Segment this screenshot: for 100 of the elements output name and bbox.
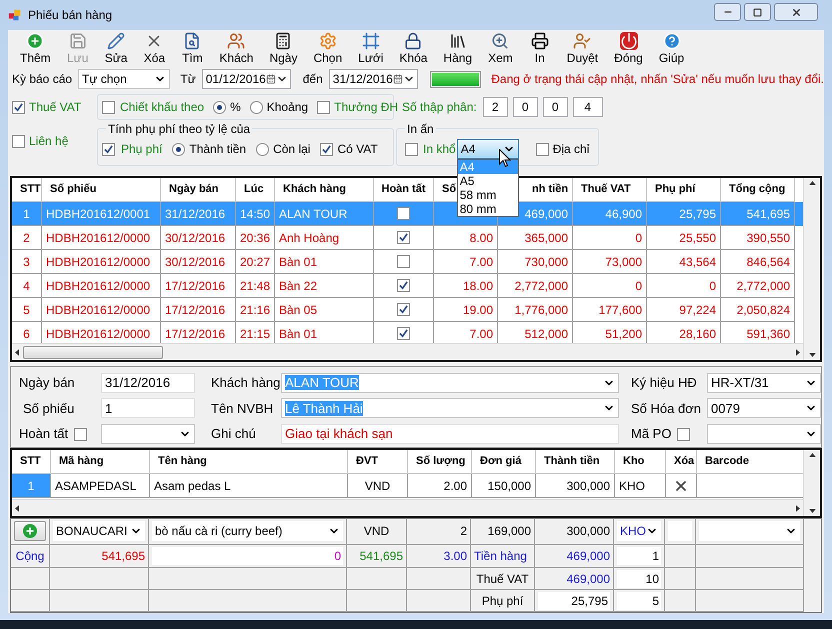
- column-header[interactable]: Ngày bán: [169, 181, 219, 198]
- column-header[interactable]: Số phiếu: [50, 181, 96, 198]
- toolbar-button[interactable]: Xóa: [137, 32, 172, 66]
- checkbox[interactable]: [102, 142, 115, 156]
- toolbar-button[interactable]: Khóa: [393, 32, 434, 66]
- toolbar-button[interactable]: In: [522, 32, 557, 66]
- surcharge-field[interactable]: 25,795: [538, 592, 610, 610]
- column-header[interactable]: Tên hàng: [158, 453, 207, 470]
- checkbox[interactable]: [12, 100, 25, 114]
- checkbox[interactable]: [74, 428, 88, 441]
- column-header[interactable]: Hoàn tất: [382, 181, 426, 198]
- checkbox[interactable]: [397, 207, 410, 220]
- column-header[interactable]: Barcode: [705, 453, 750, 470]
- scroll-arrow-icon[interactable]: [808, 353, 816, 357]
- number-field[interactable]: 1: [101, 398, 195, 418]
- number-field[interactable]: 0: [542, 97, 568, 117]
- dropdown-option[interactable]: 58 mm: [458, 188, 518, 202]
- column-header[interactable]: Kho: [623, 453, 644, 470]
- rate-field[interactable]: 10: [617, 570, 661, 588]
- store-dropdown[interactable]: KHO: [617, 521, 661, 542]
- column-header[interactable]: Mã hàng: [59, 453, 104, 470]
- scrollbar-thumb[interactable]: [23, 346, 163, 358]
- period-dropdown[interactable]: Tự chọn: [78, 69, 170, 89]
- toolbar-button[interactable]: Đóng: [608, 32, 649, 66]
- column-header[interactable]: Xóa: [674, 453, 694, 470]
- checkbox[interactable]: [397, 303, 410, 316]
- calendar-icon[interactable]: [392, 73, 403, 85]
- table-row[interactable]: 6 HDBH201612/0000 17/12/2016 21:15 Bàn 01 7.00 512,000 51,200 28,160 591,360: [12, 322, 803, 343]
- number-field[interactable]: 4: [572, 97, 603, 117]
- column-header[interactable]: Số: [442, 181, 456, 198]
- dropdown-option[interactable]: A5: [458, 174, 518, 188]
- column-header[interactable]: Khách hàng: [283, 181, 346, 198]
- vertical-scrollbar[interactable]: [803, 178, 820, 360]
- checkbox[interactable]: [397, 231, 410, 244]
- checkbox[interactable]: [536, 142, 549, 156]
- scroll-arrow-icon[interactable]: [796, 504, 800, 512]
- radio-button[interactable]: [250, 100, 263, 114]
- column-header[interactable]: nh tiền: [532, 181, 568, 198]
- toolbar-button[interactable]: Ngày: [263, 32, 304, 66]
- calendar-icon[interactable]: [266, 73, 276, 85]
- column-header[interactable]: STT: [20, 453, 41, 470]
- checkbox[interactable]: [397, 327, 410, 340]
- checkbox[interactable]: [397, 279, 410, 292]
- toolbar-button[interactable]: Duyệt: [560, 32, 604, 66]
- toolbar-button[interactable]: Xem: [482, 32, 519, 66]
- scroll-arrow-icon[interactable]: [15, 348, 19, 356]
- toolbar-button[interactable]: Thêm: [14, 32, 57, 66]
- toolbar-button[interactable]: Lưới: [352, 32, 390, 66]
- date-field[interactable]: 31/12/2016: [101, 372, 195, 393]
- scroll-arrow-icon[interactable]: [808, 453, 816, 457]
- table-row[interactable]: 4 HDBH201612/0000 17/12/2016 21:48 Bàn 22 18.00 2,772,000 0 0 2,772,000: [12, 274, 803, 298]
- discount-field[interactable]: 0: [152, 547, 343, 566]
- number-field[interactable]: 0: [512, 97, 538, 117]
- paper-size-dropdown[interactable]: A4: [456, 139, 519, 159]
- scroll-arrow-icon[interactable]: [808, 181, 816, 185]
- rate-field[interactable]: 1: [617, 547, 661, 566]
- checkbox[interactable]: [102, 100, 115, 114]
- horizontal-scrollbar[interactable]: [12, 343, 803, 360]
- item-name-dropdown[interactable]: bò nấu cà ri (curry beef): [152, 521, 343, 542]
- checkbox[interactable]: [677, 428, 690, 441]
- scroll-arrow-icon[interactable]: [808, 509, 816, 513]
- column-header[interactable]: Tổng cộng: [729, 181, 786, 198]
- dropdown-option[interactable]: 80 mm: [458, 202, 518, 216]
- rate-field[interactable]: 5: [617, 592, 661, 610]
- column-header[interactable]: Đơn giá: [480, 453, 522, 470]
- toolbar-button[interactable]: Tìm: [175, 32, 210, 66]
- scroll-arrow-icon[interactable]: [796, 348, 800, 356]
- column-header[interactable]: ĐVT: [356, 453, 378, 470]
- table-row[interactable]: 5 HDBH201612/0000 17/12/2016 21:16 Bàn 05 19.00 1,776,000 177,600 97,224 2,050,824: [12, 298, 803, 322]
- close-button[interactable]: [774, 3, 818, 21]
- column-header[interactable]: Số lượng: [416, 453, 466, 470]
- maximize-button[interactable]: [744, 3, 771, 21]
- invoice-number-dropdown[interactable]: 0079: [707, 398, 821, 418]
- column-header[interactable]: Phụ phí: [655, 181, 696, 198]
- toolbar-button[interactable]: Giúp: [652, 32, 690, 66]
- checkbox[interactable]: [405, 142, 418, 156]
- column-header[interactable]: Thành tiền: [544, 453, 600, 470]
- add-row-button[interactable]: [14, 521, 46, 542]
- number-field[interactable]: 2: [482, 97, 508, 117]
- date-field[interactable]: 31/12/2016: [328, 69, 418, 89]
- toolbar-button[interactable]: Chọn: [307, 32, 348, 66]
- column-header[interactable]: STT: [20, 181, 41, 198]
- invoice-symbol-dropdown[interactable]: HR-XT/31: [707, 372, 821, 393]
- column-header[interactable]: Lúc: [244, 181, 264, 198]
- radio-button[interactable]: [172, 142, 186, 156]
- vertical-scrollbar[interactable]: [803, 450, 820, 516]
- checkbox[interactable]: [397, 255, 410, 268]
- note-field[interactable]: Giao tại khách sạn: [281, 424, 619, 444]
- table-row[interactable]: 3 HDBH201612/0000 30/12/2016 20:27 Bàn 01 7.00 730,000 73,000 43,564 846,564: [12, 250, 803, 274]
- table-row[interactable]: 2 HDBH201612/0000 30/12/2016 20:36 Anh Hoàng 8.00 365,000 0 25,550 390,550: [12, 226, 803, 250]
- toolbar-button[interactable]: Sửa: [98, 32, 134, 66]
- horizontal-scrollbar[interactable]: [12, 499, 803, 516]
- item-code-dropdown[interactable]: BONAUCARI: [53, 521, 145, 542]
- date-field[interactable]: 01/12/2016: [202, 69, 291, 89]
- toolbar-button[interactable]: Hàng: [437, 32, 478, 66]
- checkbox[interactable]: [317, 100, 330, 114]
- checkbox[interactable]: [320, 142, 334, 156]
- radio-button[interactable]: [213, 100, 226, 114]
- checkbox[interactable]: [12, 134, 25, 148]
- radio-button[interactable]: [256, 142, 270, 156]
